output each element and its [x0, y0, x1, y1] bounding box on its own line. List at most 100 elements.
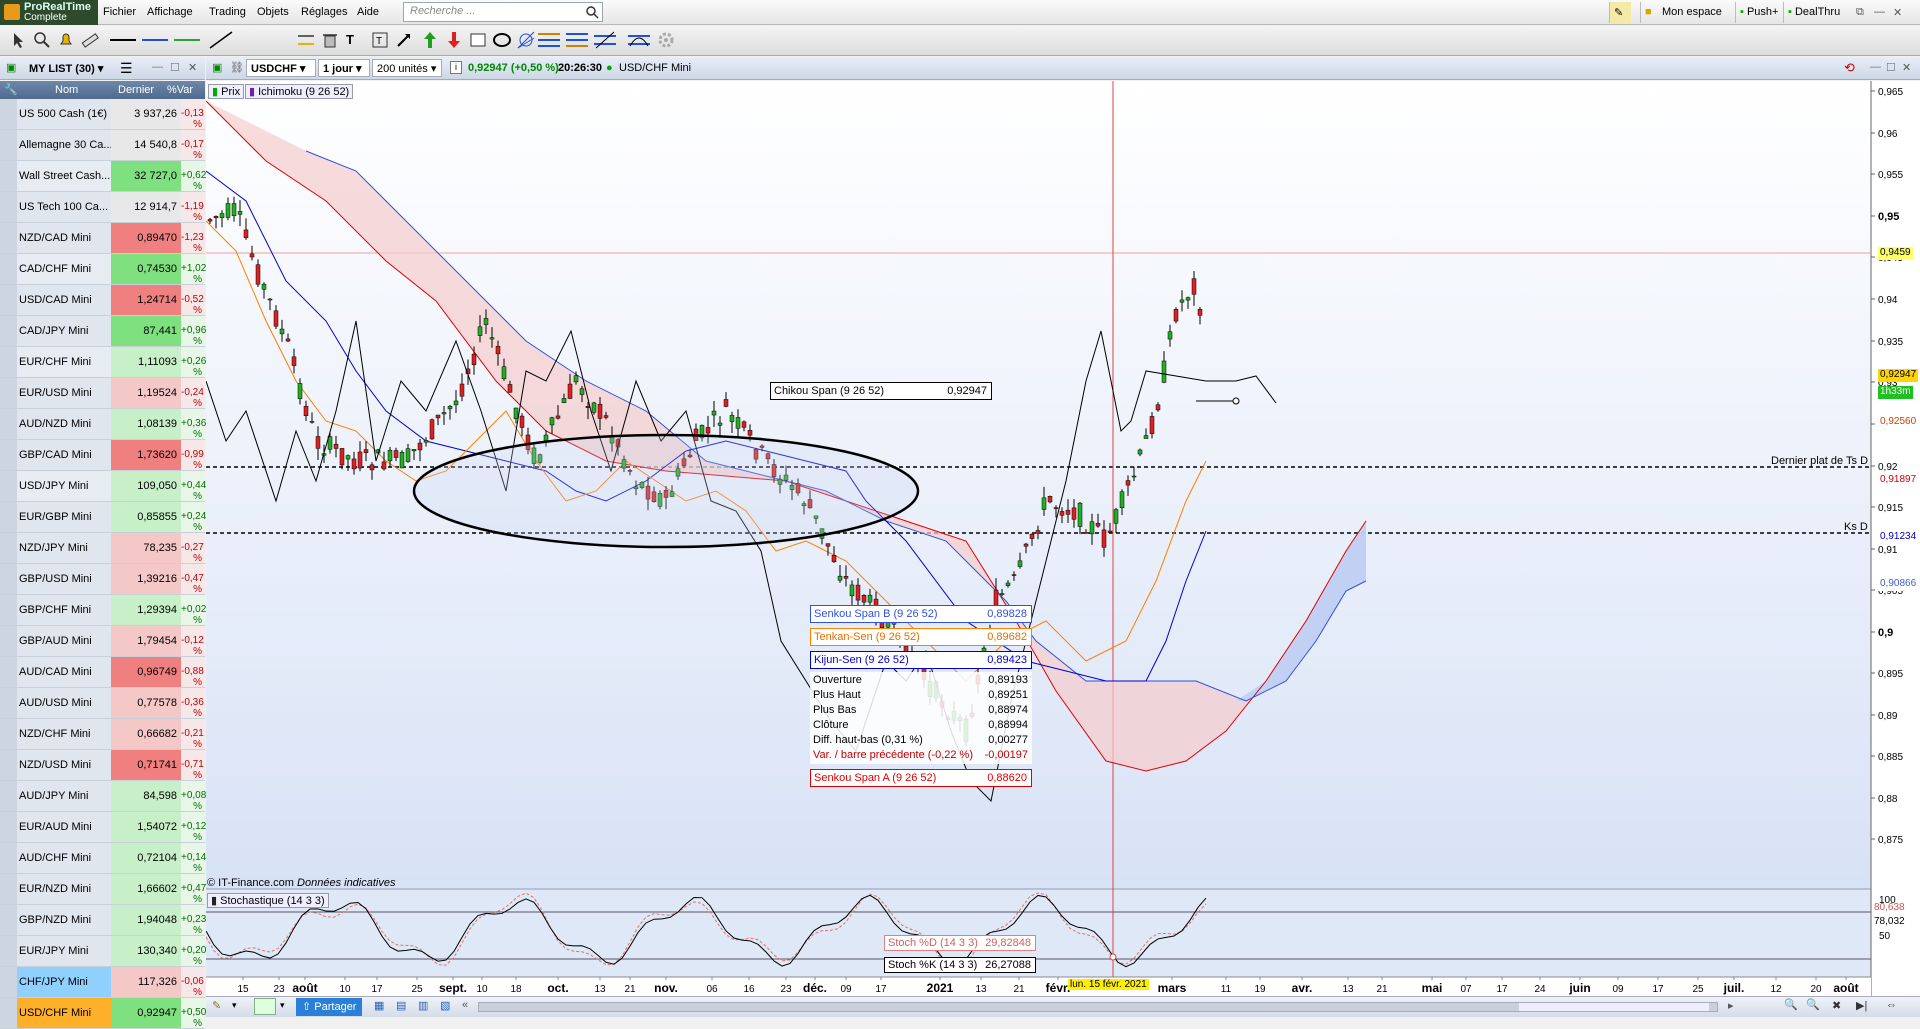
- layout-icon[interactable]: ▥: [418, 999, 428, 1012]
- menu-help[interactable]: Aide: [357, 6, 379, 18]
- alert-bell-icon[interactable]: [56, 30, 76, 50]
- list-item[interactable]: GBP/NZD Mini 1,94048 +0,23 %: [0, 905, 206, 936]
- list-item[interactable]: EUR/JPY Mini 130,340 +0,20 %: [0, 936, 206, 967]
- refresh-icon[interactable]: ⟲: [1844, 60, 1855, 76]
- arrow-tool-icon[interactable]: [394, 30, 414, 50]
- fit-icon[interactable]: ⇔: [1886, 999, 1897, 1011]
- gann-tool-icon[interactable]: [626, 30, 652, 50]
- list-icon[interactable]: ▤: [396, 999, 406, 1012]
- jump-end-icon[interactable]: ▶|: [1856, 999, 1867, 1012]
- list-item[interactable]: NZD/CAD Mini 0,89470 -1,23 %: [0, 223, 205, 254]
- calendar-icon[interactable]: ▦: [374, 999, 384, 1012]
- line-style-blue-icon[interactable]: [140, 30, 170, 50]
- list-item[interactable]: EUR/AUD Mini 1,54072 +0,12 %: [0, 812, 206, 843]
- col-last[interactable]: Dernier: [118, 84, 154, 96]
- list-item[interactable]: USD/CAD Mini 1,24714 -0,52 %: [0, 285, 205, 316]
- menu-file[interactable]: Fichier: [103, 6, 136, 18]
- menu-objects[interactable]: Objets: [257, 6, 289, 18]
- list-item[interactable]: AUD/JPY Mini 84,598 +0,08 %: [0, 781, 206, 812]
- scroll-end-icon[interactable]: ▸: [1728, 999, 1734, 1012]
- list-item[interactable]: US 500 Cash (1€) 3 937,26 -0,13 %: [0, 99, 205, 130]
- tab-price[interactable]: ▮ Prix: [208, 84, 245, 99]
- panel-close-icon[interactable]: ✕: [188, 61, 197, 74]
- list-item[interactable]: GBP/AUD Mini 1,79454 -0,12 %: [0, 626, 205, 657]
- tools-icon[interactable]: ✖: [1832, 999, 1841, 1012]
- search-input[interactable]: Recherche ...: [403, 2, 603, 22]
- rectangle-tool-icon[interactable]: [468, 30, 488, 50]
- horizontal-scrollbar[interactable]: [478, 1002, 1718, 1012]
- window-minimize-icon[interactable]: —: [1870, 2, 1889, 23]
- scroll-start-icon[interactable]: «: [462, 999, 468, 1011]
- search-icon[interactable]: [585, 5, 599, 19]
- list-item[interactable]: EUR/USD Mini 1,19524 -0,24 %: [0, 378, 205, 409]
- fibonacci-fan-icon[interactable]: [516, 30, 536, 50]
- sell-arrow-icon[interactable]: [444, 30, 464, 50]
- dropdown-icon[interactable]: ▾: [232, 1000, 237, 1011]
- period-selector[interactable]: 1 jour ▾: [318, 59, 370, 77]
- chart-pen-icon[interactable]: ✎: [1609, 2, 1631, 23]
- panel-maximize-icon[interactable]: ☐: [170, 61, 180, 74]
- chart-minimize-icon[interactable]: —: [1870, 61, 1881, 73]
- info-icon[interactable]: i: [450, 61, 462, 74]
- scrollbar-thumb[interactable]: [1519, 1003, 1709, 1011]
- trendline-icon[interactable]: [206, 30, 236, 50]
- list-item[interactable]: CAD/JPY Mini 87,441 +0,96 %: [0, 316, 206, 347]
- list-item[interactable]: GBP/CAD Mini 1,73620 -0,99 %: [0, 440, 205, 471]
- window-restore-icon[interactable]: ⧉: [1852, 2, 1868, 23]
- zoom-in-icon[interactable]: 🔍: [1806, 998, 1820, 1011]
- dealthru-button[interactable]: ▪ DealThru: [1783, 2, 1844, 23]
- chart-maximize-icon[interactable]: ☐: [1886, 61, 1896, 74]
- draw-icon[interactable]: ✎: [212, 999, 221, 1012]
- menu-view[interactable]: Affichage: [147, 6, 193, 18]
- list-item[interactable]: EUR/NZD Mini 1,66602 +0,47 %: [0, 874, 206, 905]
- list-item[interactable]: Wall Street Cash... 32 727,0 +0,62 %: [0, 161, 206, 192]
- zoom-icon[interactable]: [32, 30, 52, 50]
- list-item[interactable]: CAD/CHF Mini 0,74530 +1,02 %: [0, 254, 206, 285]
- channel-tool-icon[interactable]: [564, 30, 590, 50]
- notification-icon[interactable]: ■: [1640, 2, 1658, 23]
- window-close-icon[interactable]: ✕: [1889, 2, 1906, 23]
- col-name[interactable]: Nom: [55, 84, 78, 96]
- col-var[interactable]: %Var: [167, 84, 193, 96]
- list-item[interactable]: Allemagne 30 Ca... 14 540,8 -0,17 %: [0, 130, 205, 161]
- horizontal-line-icon[interactable]: [296, 30, 316, 50]
- zoom-out-icon[interactable]: 🔍: [1784, 998, 1798, 1011]
- link-icon[interactable]: ⛓: [230, 61, 244, 74]
- list-item[interactable]: AUD/CAD Mini 0,96749 -0,88 %: [0, 657, 205, 688]
- units-selector[interactable]: 200 unités ▾: [372, 59, 442, 77]
- list-item[interactable]: GBP/CHF Mini 1,29394 +0,02 %: [0, 595, 206, 626]
- list-item[interactable]: AUD/CHF Mini 0,72104 +0,14 %: [0, 843, 206, 874]
- menu-trading[interactable]: Trading: [209, 6, 246, 18]
- text-tool-icon[interactable]: T: [346, 30, 366, 50]
- chart-canvas[interactable]: 0,9650,960,9550,950,9450,940,9350,930,92…: [206, 81, 1920, 996]
- watchlist-selector[interactable]: MY LIST (30) ▾: [29, 62, 103, 75]
- push-button[interactable]: ▪ Push+: [1735, 2, 1782, 23]
- ellipse-tool-icon[interactable]: [492, 30, 512, 50]
- buy-arrow-icon[interactable]: [420, 30, 440, 50]
- list-item[interactable]: GBP/USD Mini 1,39216 -0,47 %: [0, 564, 205, 595]
- menu-settings[interactable]: Réglages: [301, 6, 347, 18]
- list-item[interactable]: EUR/CHF Mini 1,11093 +0,26 %: [0, 347, 206, 378]
- panel-minimize-icon[interactable]: —: [152, 61, 163, 73]
- symbol-selector[interactable]: USDCHF ▾: [246, 59, 316, 77]
- chart-close-icon[interactable]: ✕: [1902, 61, 1911, 74]
- list-item[interactable]: AUD/NZD Mini 1,08139 +0,36 %: [0, 409, 206, 440]
- tab-ichimoku[interactable]: ▮ Ichimoku (9 26 52): [245, 84, 354, 99]
- list-item[interactable]: NZD/CHF Mini 0,66682 -0,21 %: [0, 719, 205, 750]
- settings-gear-icon[interactable]: [656, 30, 676, 50]
- pitchfork-icon[interactable]: [592, 30, 618, 50]
- list-item[interactable]: NZD/JPY Mini 78,235 -0,27 %: [0, 533, 205, 564]
- ruler-icon[interactable]: [80, 30, 100, 50]
- grid-icon[interactable]: ▧: [440, 999, 450, 1012]
- list-menu-icon[interactable]: ☰: [120, 60, 133, 77]
- list-item[interactable]: USD/CHF Mini 0,92947 +0,50 %: [0, 998, 206, 1029]
- text-box-icon[interactable]: T: [370, 30, 390, 50]
- trash-icon[interactable]: [320, 30, 340, 50]
- list-item[interactable]: US Tech 100 Ca... 12 914,7 -1,19 %: [0, 192, 205, 223]
- chart-type-icon[interactable]: [254, 998, 276, 1015]
- share-button[interactable]: ⇧ Partager: [296, 998, 363, 1016]
- list-item[interactable]: USD/JPY Mini 109,050 +0,44 %: [0, 471, 206, 502]
- chart-area[interactable]: 0,9650,960,9550,950,9450,940,9350,930,92…: [206, 81, 1920, 1017]
- line-style-green-icon[interactable]: [172, 30, 202, 50]
- pointer-icon[interactable]: [8, 30, 28, 50]
